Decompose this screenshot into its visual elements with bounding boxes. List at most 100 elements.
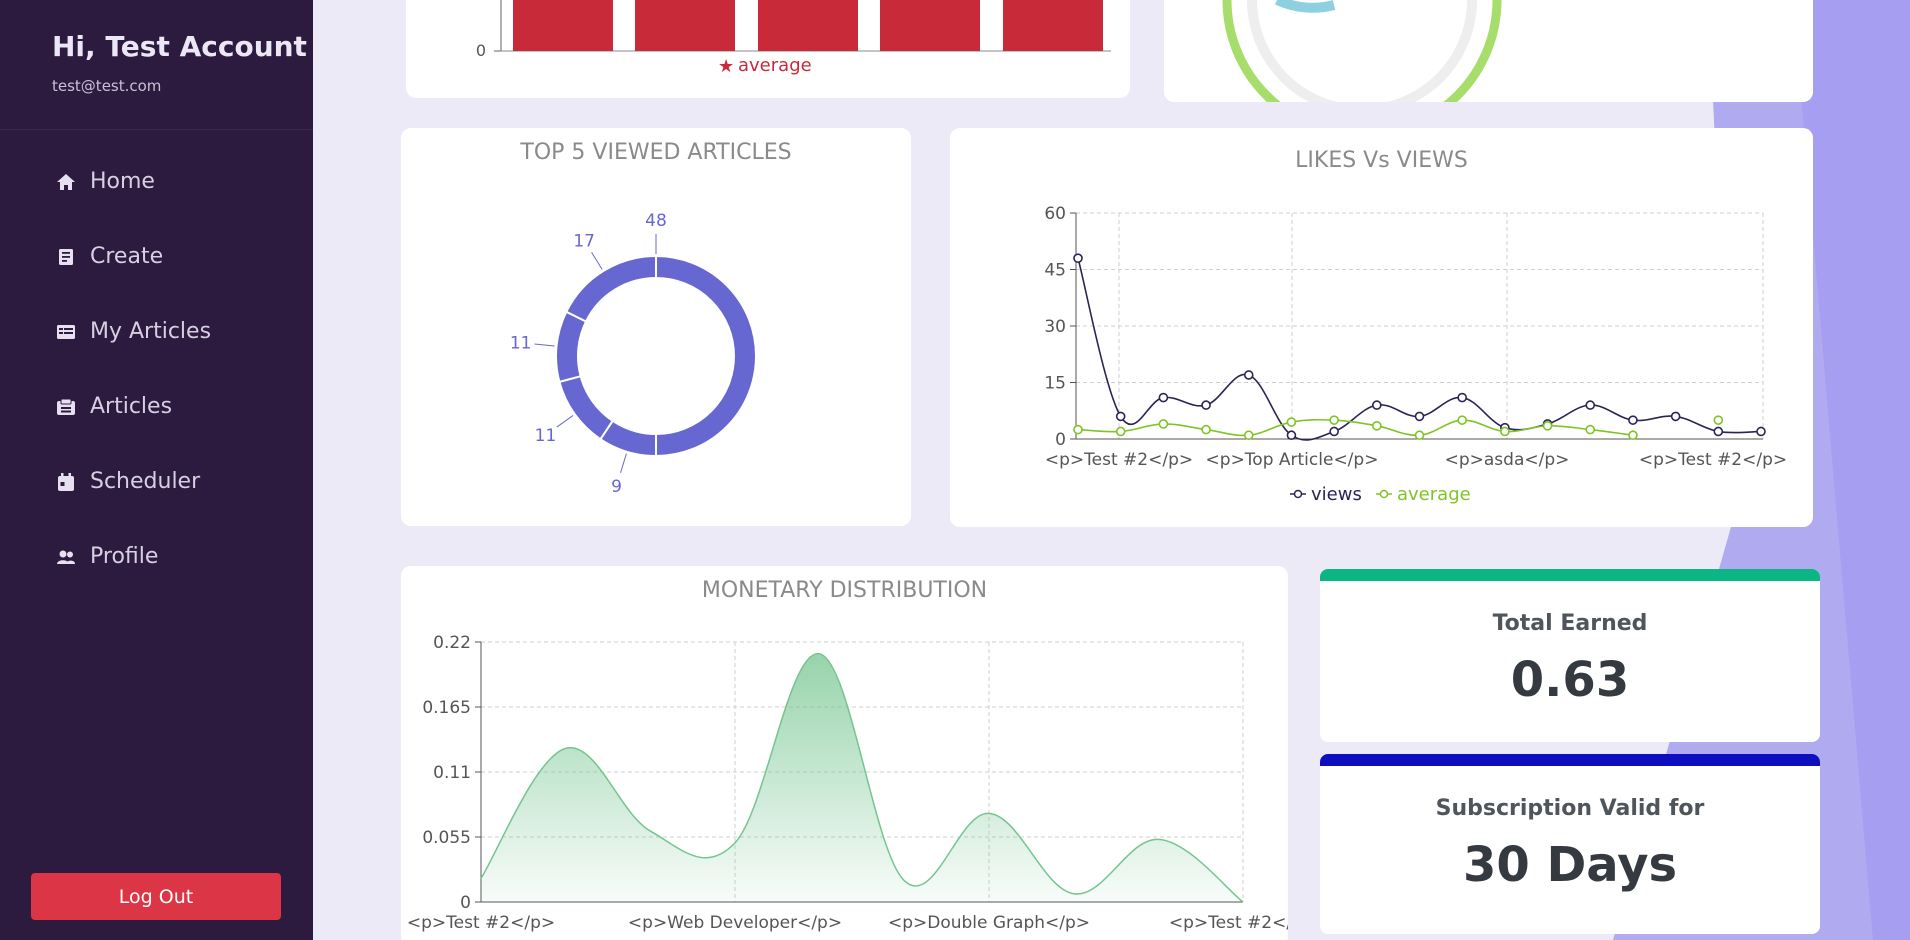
top-chart-y-tick: 0 bbox=[476, 41, 486, 60]
subscription-label: Subscription Valid for bbox=[1435, 796, 1705, 821]
top-chart-bar-4 bbox=[1003, 0, 1103, 51]
lv-point-views-1 bbox=[1115, 411, 1126, 422]
lv-point-average-7 bbox=[1372, 421, 1382, 431]
lv-point-average-3 bbox=[1201, 424, 1211, 435]
donut-label-0: 48 bbox=[645, 211, 667, 231]
user-email: test@test.com bbox=[52, 77, 162, 95]
nav-label-my-articles: My Articles bbox=[90, 319, 212, 344]
donut-label-3: 11 bbox=[510, 334, 532, 354]
top-chart-bar-1 bbox=[635, 0, 735, 51]
donut-leader-2 bbox=[556, 415, 574, 428]
nav-label-scheduler: Scheduler bbox=[90, 469, 201, 494]
nav-label-create: Create bbox=[90, 244, 164, 269]
lv-point-average-2 bbox=[1158, 419, 1169, 429]
lv-ytick-0: 0 bbox=[1055, 430, 1066, 450]
nav-item-scheduler[interactable]: Scheduler bbox=[0, 444, 313, 519]
likes-views-chart: 0 15 30 45 60 <p>Test #2</p> <p>Top Article</p… bbox=[1044, 204, 1787, 505]
home-icon bbox=[56, 172, 76, 192]
donut-label-1: 9 bbox=[611, 477, 622, 497]
lv-point-views-13 bbox=[1628, 415, 1638, 425]
lv-legend-swatch-dot-0 bbox=[1293, 489, 1303, 499]
lv-point-average-6 bbox=[1329, 415, 1339, 425]
md-xtick-3: <p>Test #2</p> bbox=[1169, 913, 1288, 933]
lv-legend-swatch-dot-1 bbox=[1379, 489, 1389, 499]
top-gauge-card bbox=[1164, 0, 1813, 102]
lv-point-average-8 bbox=[1414, 430, 1425, 441]
lv-point-average-12 bbox=[1585, 424, 1596, 435]
md-ytick-1: 0.055 bbox=[422, 828, 471, 848]
nav-label-home: Home bbox=[90, 169, 155, 194]
lv-point-average-9 bbox=[1457, 415, 1467, 425]
nav-item-my-articles[interactable]: My Articles bbox=[0, 294, 313, 369]
lv-point-average-10 bbox=[1500, 426, 1510, 437]
nav-item-home[interactable]: Home bbox=[0, 144, 313, 219]
nav-item-profile[interactable]: Profile bbox=[0, 519, 313, 594]
lv-ytick-2: 30 bbox=[1044, 317, 1066, 337]
top-chart-bar-3 bbox=[880, 0, 980, 51]
lv-point-views-5 bbox=[1286, 430, 1297, 441]
likes-views-card: LIKES Vs VIEWS 0 15 30 45 60 <p>Test #2</p> <p… bbox=[950, 128, 1813, 527]
md-ytick-4: 0.22 bbox=[433, 633, 471, 653]
monetary-area-chart: 0 0.055 0.11 0.165 0.22 <p>Test #2</p> <p>Web … bbox=[407, 633, 1288, 933]
donut-label-2: 11 bbox=[535, 426, 557, 446]
user-greeting: Hi, Test Account bbox=[52, 30, 307, 63]
subscription-card: Subscription Valid for 30 Days bbox=[1320, 754, 1820, 934]
total-earned-accent bbox=[1320, 569, 1820, 581]
sidebar: Hi, Test Account test@test.com Home Crea… bbox=[0, 0, 313, 940]
user-header: Hi, Test Account test@test.com bbox=[0, 0, 313, 130]
lv-legend-label-1: average bbox=[1397, 484, 1471, 505]
gauge-chart bbox=[1222, 0, 1502, 102]
lv-point-views-2 bbox=[1158, 392, 1169, 403]
md-ytick-3: 0.165 bbox=[422, 698, 471, 718]
top-bar-chart-card: 0 ★ average bbox=[406, 0, 1130, 98]
donut-leader-4 bbox=[591, 252, 603, 270]
top-chart-legend-label: average bbox=[738, 55, 812, 76]
lv-point-average-1 bbox=[1115, 426, 1126, 437]
lv-point-views-3 bbox=[1201, 400, 1211, 410]
lv-point-views-14 bbox=[1670, 411, 1681, 422]
lv-point-views-8 bbox=[1414, 411, 1425, 422]
lv-point-average-4 bbox=[1243, 430, 1254, 441]
donut-leader-1 bbox=[620, 453, 627, 473]
lv-xtick-3: <p>Test #2</p> bbox=[1639, 450, 1787, 470]
lv-xtick-1: <p>Top Article</p> bbox=[1206, 450, 1379, 470]
donut-slice-4 bbox=[564, 254, 657, 323]
articles-list-icon bbox=[56, 322, 76, 342]
lv-ytick-4: 60 bbox=[1044, 204, 1066, 224]
subscription-value: 30 Days bbox=[1462, 837, 1678, 893]
md-ytick-2: 0.11 bbox=[433, 763, 471, 783]
lv-point-average-5 bbox=[1286, 417, 1297, 427]
md-ytick-0: 0 bbox=[460, 893, 471, 913]
top5-articles-card: TOP 5 VIEWED ARTICLES 48 9 11 11 17 bbox=[401, 128, 911, 526]
md-xtick-1: <p>Web Developer</p> bbox=[628, 913, 842, 933]
lv-point-average-15 bbox=[1713, 415, 1724, 425]
top-chart-bars bbox=[513, 0, 1103, 51]
nav-label-articles: Articles bbox=[90, 394, 173, 419]
lv-point-views-16 bbox=[1756, 426, 1766, 437]
logout-button[interactable]: Log Out bbox=[31, 873, 281, 920]
lv-point-views-0 bbox=[1073, 253, 1083, 263]
lv-ytick-1: 15 bbox=[1044, 374, 1066, 394]
lv-xtick-0: <p>Test #2</p> bbox=[1045, 450, 1193, 470]
lv-point-average-13 bbox=[1628, 430, 1638, 441]
donut-label-4: 17 bbox=[573, 232, 595, 252]
top-chart-bar-2 bbox=[758, 0, 858, 51]
total-earned-card: Total Earned 0.63 bbox=[1320, 569, 1820, 742]
donut-slice-3 bbox=[555, 310, 588, 384]
md-xtick-2: <p>Double Graph</p> bbox=[888, 913, 1090, 933]
md-xtick-0: <p>Test #2</p> bbox=[407, 913, 555, 933]
lv-legend-label-0: views bbox=[1311, 484, 1362, 505]
calendar-icon bbox=[56, 472, 76, 492]
top5-donut-chart: 48 9 11 11 17 bbox=[510, 211, 757, 497]
nav-label-profile: Profile bbox=[90, 544, 159, 569]
lv-point-views-6 bbox=[1329, 426, 1339, 437]
nav-item-articles[interactable]: Articles bbox=[0, 369, 313, 444]
lv-point-views-15 bbox=[1713, 426, 1724, 437]
subscription-accent bbox=[1320, 754, 1820, 766]
lv-point-views-9 bbox=[1457, 392, 1467, 403]
top-chart-bar-0 bbox=[513, 0, 613, 51]
nav-item-create[interactable]: Create bbox=[0, 219, 313, 294]
total-earned-label: Total Earned bbox=[1492, 611, 1648, 636]
donut-slice-2 bbox=[558, 374, 615, 441]
lv-point-views-4 bbox=[1243, 370, 1254, 380]
